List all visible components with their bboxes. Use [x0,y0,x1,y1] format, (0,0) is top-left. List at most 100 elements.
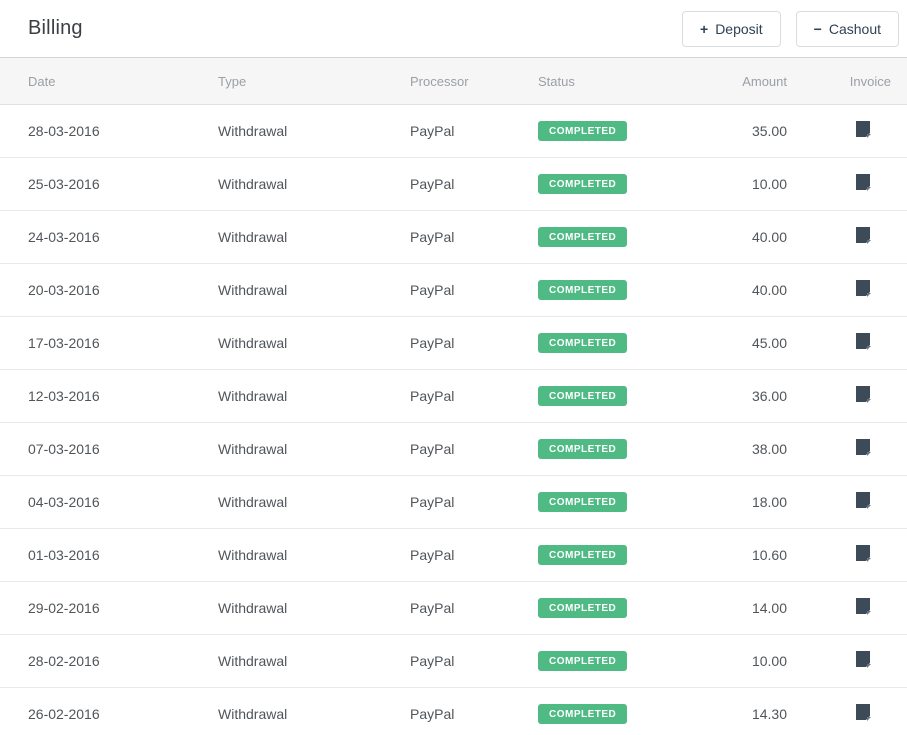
type-cell: Withdrawal [218,369,410,423]
status-badge: COMPLETED [538,545,628,565]
table-row: 20-03-2016 Withdrawal PayPal COMPLETED 4… [0,263,907,317]
status-cell: COMPLETED [538,316,688,370]
type-cell: Withdrawal [218,104,410,158]
date-cell: 25-03-2016 [0,157,218,211]
cashout-button[interactable]: − Cashout [795,10,899,47]
status-badge: COMPLETED [538,704,628,724]
invoice-icon[interactable] [855,492,872,509]
date-cell: 29-02-2016 [0,581,218,635]
table-row: 25-03-2016 Withdrawal PayPal COMPLETED 1… [0,157,907,211]
invoice-icon[interactable] [855,333,872,350]
date-cell: 26-02-2016 [0,687,218,735]
processor-cell: PayPal [410,104,538,158]
amount-cell: 40.00 [688,210,787,264]
amount-cell: 10.60 [688,528,787,582]
invoice-icon[interactable] [855,386,872,403]
status-cell: COMPLETED [538,157,688,211]
date-cell: 01-03-2016 [0,528,218,582]
status-cell: COMPLETED [538,369,688,423]
table-row: 07-03-2016 Withdrawal PayPal COMPLETED 3… [0,422,907,476]
processor-cell: PayPal [410,369,538,423]
date-cell: 12-03-2016 [0,369,218,423]
date-cell: 28-03-2016 [0,104,218,158]
processor-cell: PayPal [410,422,538,476]
status-cell: COMPLETED [538,263,688,317]
invoice-cell [787,316,907,370]
invoice-icon[interactable] [855,280,872,297]
processor-cell: PayPal [410,634,538,688]
invoice-icon[interactable] [855,545,872,562]
topbar: Billing + Deposit − Cashout [0,0,907,57]
amount-cell: 18.00 [688,475,787,529]
invoice-cell [787,210,907,264]
status-cell: COMPLETED [538,634,688,688]
table-row: 29-02-2016 Withdrawal PayPal COMPLETED 1… [0,581,907,635]
status-cell: COMPLETED [538,210,688,264]
amount-cell: 10.00 [688,634,787,688]
invoice-cell [787,104,907,158]
column-header-processor: Processor [410,57,538,105]
date-cell: 24-03-2016 [0,210,218,264]
type-cell: Withdrawal [218,316,410,370]
date-cell: 20-03-2016 [0,263,218,317]
invoice-icon[interactable] [855,598,872,615]
table-row: 04-03-2016 Withdrawal PayPal COMPLETED 1… [0,475,907,529]
date-cell: 04-03-2016 [0,475,218,529]
table-row: 28-02-2016 Withdrawal PayPal COMPLETED 1… [0,634,907,688]
status-badge: COMPLETED [538,280,628,300]
status-badge: COMPLETED [538,227,628,247]
toolbar-actions: + Deposit − Cashout [682,10,899,47]
amount-cell: 14.00 [688,581,787,635]
amount-cell: 45.00 [688,316,787,370]
type-cell: Withdrawal [218,528,410,582]
column-header-invoice: Invoice [787,57,907,105]
deposit-button-label: Deposit [715,20,763,37]
date-cell: 28-02-2016 [0,634,218,688]
deposit-button[interactable]: + Deposit [682,10,781,47]
status-badge: COMPLETED [538,439,628,459]
amount-cell: 35.00 [688,104,787,158]
table-row: 28-03-2016 Withdrawal PayPal COMPLETED 3… [0,104,907,158]
status-badge: COMPLETED [538,598,628,618]
invoice-cell [787,634,907,688]
table-row: 17-03-2016 Withdrawal PayPal COMPLETED 4… [0,316,907,370]
amount-cell: 10.00 [688,157,787,211]
type-cell: Withdrawal [218,422,410,476]
invoice-icon[interactable] [855,174,872,191]
invoice-icon[interactable] [855,121,872,138]
table-row: 01-03-2016 Withdrawal PayPal COMPLETED 1… [0,528,907,582]
status-cell: COMPLETED [538,528,688,582]
amount-cell: 40.00 [688,263,787,317]
type-cell: Withdrawal [218,210,410,264]
status-badge: COMPLETED [538,386,628,406]
status-cell: COMPLETED [538,687,688,735]
column-header-amount: Amount [688,57,787,105]
invoice-icon[interactable] [855,651,872,668]
column-header-status: Status [538,57,688,105]
status-cell: COMPLETED [538,422,688,476]
cashout-button-label: Cashout [828,20,881,37]
invoice-cell [787,422,907,476]
invoice-icon[interactable] [855,227,872,244]
status-cell: COMPLETED [538,104,688,158]
status-badge: COMPLETED [538,333,628,353]
processor-cell: PayPal [410,581,538,635]
status-badge: COMPLETED [538,492,628,512]
column-header-date: Date [0,57,218,105]
table-header: Date Type Processor Status Amount Invoic… [0,57,907,105]
table-row: 12-03-2016 Withdrawal PayPal COMPLETED 3… [0,369,907,423]
column-header-type: Type [218,57,410,105]
status-badge: COMPLETED [538,121,628,141]
invoice-icon[interactable] [855,439,872,456]
status-cell: COMPLETED [538,581,688,635]
page-title: Billing [28,17,83,39]
type-cell: Withdrawal [218,687,410,735]
table-body: 28-03-2016 Withdrawal PayPal COMPLETED 3… [0,104,907,735]
processor-cell: PayPal [410,528,538,582]
status-badge: COMPLETED [538,174,628,194]
invoice-cell [787,528,907,582]
processor-cell: PayPal [410,263,538,317]
date-cell: 07-03-2016 [0,422,218,476]
amount-cell: 38.00 [688,422,787,476]
invoice-icon[interactable] [855,704,872,721]
